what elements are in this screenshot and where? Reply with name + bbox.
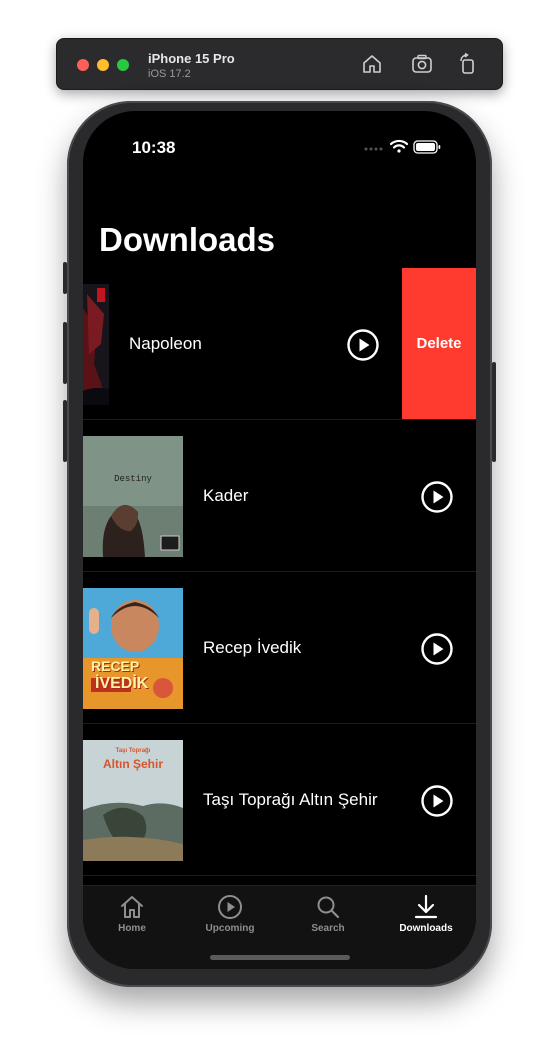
os-version: iOS 17.2 bbox=[148, 68, 191, 80]
play-icon[interactable] bbox=[421, 633, 453, 665]
screenshot-icon[interactable] bbox=[411, 53, 433, 75]
play-icon[interactable] bbox=[347, 329, 379, 361]
arrow-down-tray-icon bbox=[414, 894, 438, 919]
poster-title-text-bottom: İVEDİK bbox=[95, 675, 149, 692]
device-name: iPhone 15 Pro bbox=[148, 51, 235, 66]
power-button bbox=[492, 362, 496, 462]
play-icon[interactable] bbox=[421, 481, 453, 513]
tab-search[interactable]: Search bbox=[279, 894, 377, 934]
download-row-recep-ivedik[interactable]: RECEP İVEDİK Recep İvedik bbox=[83, 572, 476, 724]
rotate-icon[interactable] bbox=[457, 53, 479, 75]
poster-tasi-topragi-altin-sehir: Taşı Toprağı Altın Şehir bbox=[83, 740, 183, 861]
zoom-window-button[interactable] bbox=[117, 59, 129, 71]
tab-label: Downloads bbox=[399, 923, 453, 934]
row-separator bbox=[83, 875, 476, 876]
download-title: Recep İvedik bbox=[203, 638, 302, 657]
poster-recep-ivedik: RECEP İVEDİK bbox=[83, 588, 183, 709]
tab-label: Upcoming bbox=[205, 923, 255, 934]
poster-title-text: Destiny bbox=[114, 474, 152, 484]
tab-label: Home bbox=[118, 923, 146, 934]
tab-downloads[interactable]: Downloads bbox=[377, 894, 475, 934]
wifi-icon bbox=[389, 139, 409, 153]
battery-icon bbox=[413, 140, 441, 154]
tab-bar: Home Upcoming Search Downloads bbox=[83, 885, 476, 969]
play-icon[interactable] bbox=[421, 785, 453, 817]
simulator-toolbar: iPhone 15 Pro iOS 17.2 bbox=[56, 38, 503, 90]
home-indicator[interactable] bbox=[210, 955, 350, 960]
download-title: Taşı Toprağı Altın Şehir bbox=[203, 790, 378, 809]
phone-screen: 10:38 Downloads Napoleon Delete Destiny … bbox=[83, 111, 476, 969]
poster-napoleon bbox=[83, 284, 109, 405]
tab-upcoming[interactable]: Upcoming bbox=[181, 894, 279, 934]
download-row-tasi-topragi-altin-sehir[interactable]: Taşı Toprağı Altın Şehir Taşı Toprağı Al… bbox=[83, 724, 476, 876]
page-title: Downloads bbox=[99, 221, 276, 258]
volume-down-button bbox=[63, 400, 67, 462]
poster-kader: Destiny bbox=[83, 436, 183, 557]
download-title: Napoleon bbox=[129, 334, 202, 353]
tab-label: Search bbox=[311, 923, 345, 934]
action-button bbox=[63, 262, 67, 294]
poster-title-text-top: RECEP bbox=[91, 658, 140, 674]
delete-button[interactable]: Delete bbox=[402, 268, 476, 419]
minimize-window-button[interactable] bbox=[97, 59, 109, 71]
tab-home[interactable]: Home bbox=[83, 894, 181, 934]
status-time: 10:38 bbox=[132, 138, 176, 157]
poster-title-text-bottom: Altın Şehir bbox=[102, 757, 163, 771]
home-icon[interactable] bbox=[361, 53, 383, 75]
signal-icon bbox=[364, 147, 383, 151]
download-row-kader[interactable]: Destiny Kader bbox=[83, 420, 476, 572]
house-icon bbox=[121, 896, 143, 918]
magnifyingglass-icon bbox=[317, 896, 340, 919]
download-title: Kader bbox=[203, 486, 249, 505]
poster-title-text-top: Taşı Toprağı bbox=[115, 748, 151, 754]
status-icons bbox=[364, 139, 441, 154]
volume-up-button bbox=[63, 322, 67, 384]
play-circle-icon bbox=[218, 895, 242, 919]
close-window-button[interactable] bbox=[77, 59, 89, 71]
